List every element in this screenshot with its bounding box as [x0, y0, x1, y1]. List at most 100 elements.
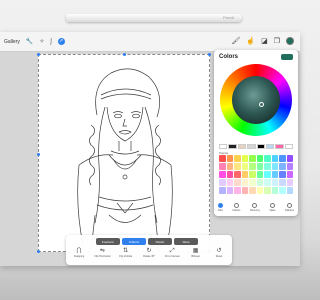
history-swatch[interactable] — [256, 144, 265, 149]
palette-swatch[interactable] — [279, 163, 286, 170]
palette-swatch[interactable] — [234, 155, 241, 162]
transform-handle-left[interactable] — [37, 153, 40, 156]
palette-swatch[interactable] — [226, 163, 233, 170]
tab-icon — [252, 203, 258, 208]
palette-swatch[interactable] — [219, 171, 226, 178]
palette-swatch[interactable] — [264, 179, 271, 186]
palette-swatch[interactable] — [219, 163, 226, 170]
palette-swatch[interactable] — [271, 187, 278, 194]
palette-swatch[interactable] — [226, 187, 233, 194]
palette-swatch[interactable] — [249, 187, 256, 194]
palette-swatch[interactable] — [249, 155, 256, 162]
transform-tools: ⋂ Snapping ⇋ Flip Horizontal ⇅ Flip Vertical ↻… — [70, 248, 228, 258]
history-swatch[interactable] — [247, 144, 256, 149]
palette-swatch[interactable] — [286, 187, 293, 194]
palette-swatch[interactable] — [256, 163, 263, 170]
palette-swatch[interactable] — [264, 171, 271, 178]
palette-swatch[interactable] — [241, 179, 248, 186]
tool-interpolation-button[interactable]: ▦ Bilinear — [187, 248, 205, 258]
palette-swatch[interactable] — [271, 171, 278, 178]
palette-swatch[interactable] — [279, 187, 286, 194]
tool-flip-horizontal-button[interactable]: ⇋ Flip Horizontal — [93, 248, 111, 258]
history-swatch[interactable] — [219, 144, 228, 149]
color-picker-handle[interactable] — [259, 102, 264, 107]
palette-swatch[interactable] — [279, 179, 286, 186]
palette-swatch[interactable] — [219, 179, 226, 186]
line-art-illustration — [77, 68, 173, 252]
palette-swatch[interactable] — [249, 163, 256, 170]
palette-swatch[interactable] — [241, 163, 248, 170]
gallery-button[interactable]: Gallery — [4, 39, 20, 45]
palette-swatch[interactable] — [264, 163, 271, 170]
palette-swatch[interactable] — [286, 163, 293, 170]
palette-swatch[interactable] — [286, 171, 293, 178]
palette-swatch[interactable] — [249, 179, 256, 186]
tab-palettes[interactable]: Palettes — [285, 203, 294, 212]
tool-label: Flip Vertical — [119, 255, 133, 258]
tool-fit-to-screen-button[interactable]: ⤢ Fit to Canvas — [163, 248, 181, 258]
palette-swatch[interactable] — [219, 155, 226, 162]
palette-swatch[interactable] — [234, 171, 241, 178]
tool-flip-vertical-button[interactable]: ⇅ Flip Vertical — [117, 248, 135, 258]
eraser-icon[interactable]: ◪ — [261, 37, 268, 45]
palette-swatch[interactable] — [256, 187, 263, 194]
transform-handle-tr[interactable] — [208, 53, 211, 56]
tab-label: Disc — [218, 209, 223, 212]
palette-swatch[interactable] — [256, 155, 263, 162]
palette-swatch[interactable] — [219, 187, 226, 194]
mode-warp-button[interactable]: Warp — [174, 238, 198, 245]
palette-swatch[interactable] — [226, 179, 233, 186]
palette-swatch[interactable] — [234, 163, 241, 170]
palette-swatch[interactable] — [264, 187, 271, 194]
tab-classic[interactable]: Classic — [232, 203, 240, 212]
mode-distort-button[interactable]: Distort — [148, 238, 172, 245]
transform-handle-tl[interactable] — [37, 53, 40, 56]
color-disc[interactable] — [220, 64, 292, 136]
tool-rotate-button[interactable]: ↻ Rotate 45° — [140, 248, 158, 258]
history-swatch[interactable] — [237, 144, 247, 149]
mode-freeform-button[interactable]: Freeform — [96, 238, 120, 245]
palette-swatch[interactable] — [271, 155, 278, 162]
palette-swatch[interactable] — [271, 163, 278, 170]
history-swatch[interactable] — [275, 144, 284, 149]
wrench-icon[interactable]: 🔧 — [26, 38, 33, 45]
palette-swatch[interactable] — [234, 179, 241, 186]
selection-s-icon[interactable]: ʃ — [50, 39, 51, 45]
magnet-icon: ⋂ — [76, 248, 82, 254]
magic-wand-icon[interactable]: ✧ — [39, 38, 44, 45]
transform-arrow-icon[interactable]: ➚ — [57, 38, 65, 45]
palette-swatch[interactable] — [264, 155, 271, 162]
palette-swatch[interactable] — [249, 171, 256, 178]
transform-handle-bl[interactable] — [37, 250, 40, 253]
palette-swatch[interactable] — [286, 179, 293, 186]
tab-disc[interactable]: Disc — [218, 203, 223, 212]
tab-harmony[interactable]: Harmony — [250, 203, 260, 212]
palette-swatch[interactable] — [241, 187, 248, 194]
palette-swatch[interactable] — [241, 155, 248, 162]
palette-swatch[interactable] — [279, 155, 286, 162]
saturation-brightness-disc[interactable] — [232, 76, 280, 124]
tool-reset-button[interactable]: ↺ Reset — [210, 248, 228, 258]
palette-swatch[interactable] — [241, 171, 248, 178]
palette-swatch[interactable] — [234, 187, 241, 194]
brush-icon[interactable]: 🖌 — [231, 37, 240, 45]
history-swatch[interactable] — [265, 144, 275, 149]
history-swatch[interactable] — [284, 144, 293, 149]
transform-handle-top[interactable] — [123, 53, 126, 56]
current-color-button[interactable] — [286, 37, 294, 45]
history-swatch[interactable] — [228, 144, 237, 149]
palette-swatch[interactable] — [226, 155, 233, 162]
tool-magnet-button[interactable]: ⋂ Snapping — [70, 248, 88, 258]
palette-swatch[interactable] — [226, 171, 233, 178]
palette-swatch[interactable] — [256, 179, 263, 186]
palette-swatch[interactable] — [279, 171, 286, 178]
drawing-canvas[interactable] — [37, 53, 211, 253]
layers-icon[interactable]: ❐ — [274, 37, 280, 45]
smudge-icon[interactable]: ☝ — [246, 37, 255, 45]
mode-uniform-button[interactable]: Uniform — [122, 238, 146, 245]
flip-vertical-icon: ⇅ — [123, 248, 129, 254]
palette-swatch[interactable] — [271, 179, 278, 186]
palette-swatch[interactable] — [256, 171, 263, 178]
tab-value[interactable]: Value — [269, 203, 276, 212]
palette-swatch[interactable] — [286, 155, 293, 162]
